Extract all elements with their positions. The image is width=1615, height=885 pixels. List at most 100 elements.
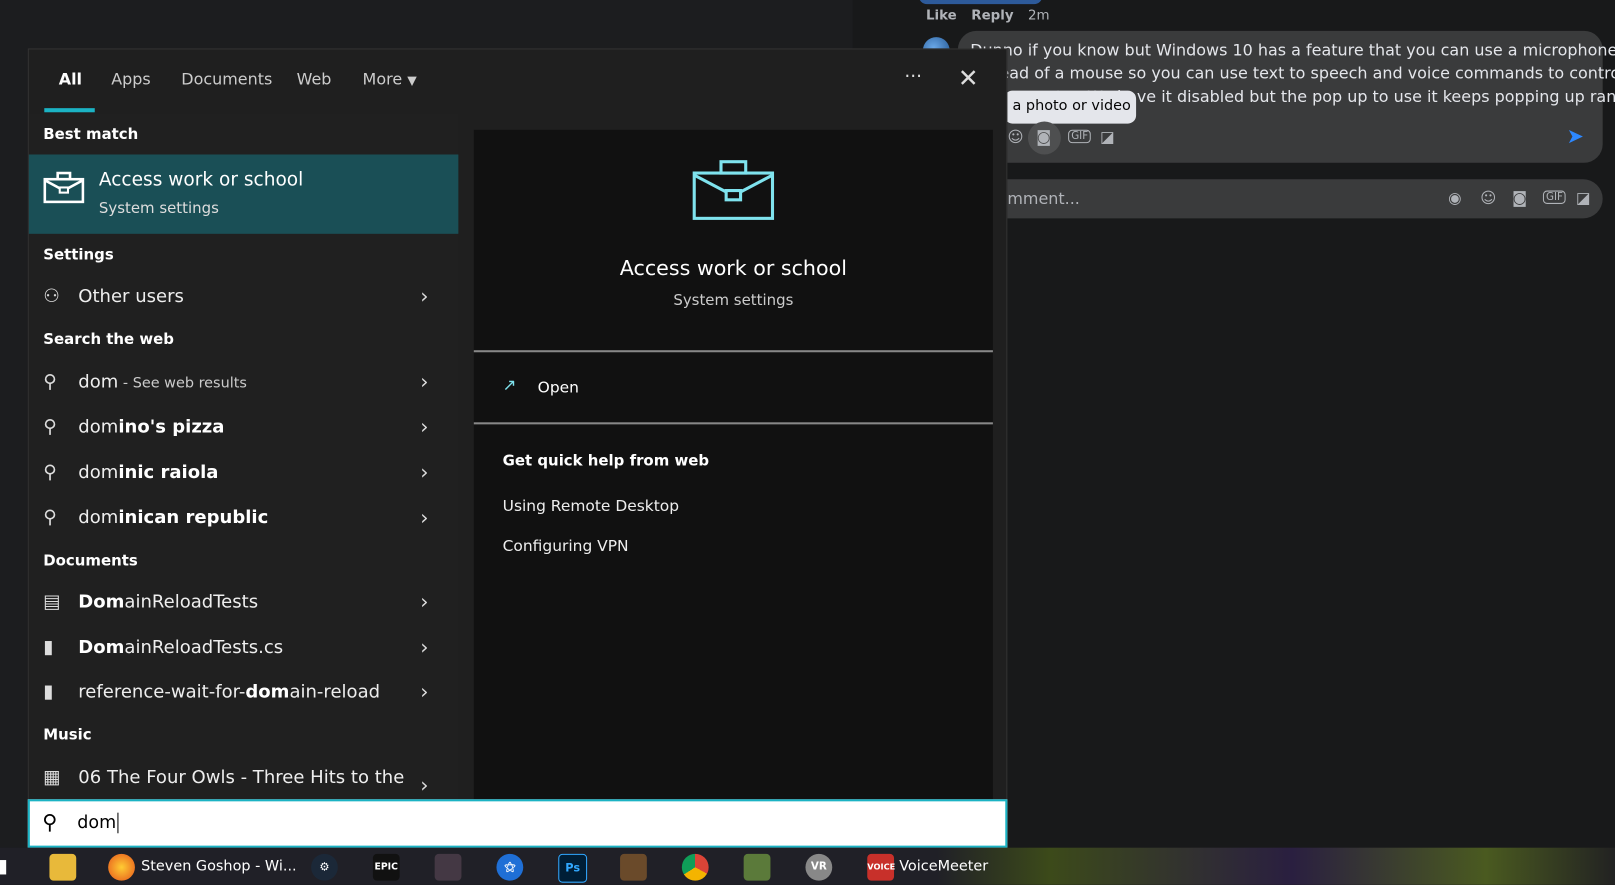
start-button[interactable] [0, 860, 7, 875]
see-web-results: - See web results [118, 374, 247, 392]
chevron-right-icon[interactable]: › [420, 679, 428, 704]
camera-icon[interactable]: ◙ [1512, 188, 1527, 207]
camera-icon[interactable]: ◙ [1036, 128, 1051, 147]
result-label: Other users [78, 286, 184, 307]
chevron-right-icon[interactable]: › [420, 773, 428, 798]
divider [473, 350, 993, 353]
document-result-item[interactable]: ▮ DomainReloadTests.cs › [29, 628, 459, 669]
open-action[interactable]: ↗ Open [474, 369, 993, 410]
document-result-item[interactable]: ▮ reference-wait-for-domain-reload › [29, 673, 459, 714]
gif-icon[interactable]: GIF [1542, 190, 1567, 204]
query-text: dom [78, 417, 119, 438]
quick-help-header: Get quick help from web [502, 453, 710, 470]
web-result-item[interactable]: ⚲ dominican republic › [29, 499, 459, 540]
web-result-item[interactable]: ⚲ dom - See web results › [29, 363, 459, 404]
open-icon: ↗ [502, 374, 517, 395]
query-text: dom [78, 462, 119, 484]
sticker-icon[interactable]: ◪ [1576, 188, 1591, 207]
ellipsis-icon[interactable]: ··· [904, 66, 922, 88]
search-icon: ⚲ [43, 370, 57, 393]
tab-more[interactable]: More ▼ [363, 70, 417, 89]
tab-apps[interactable]: Apps [111, 70, 151, 89]
section-best-match: Best match [43, 126, 139, 144]
query-text: dom [78, 371, 119, 393]
app-icon[interactable]: ⚝ [496, 853, 524, 881]
tab-all[interactable]: All [59, 70, 82, 89]
tab-documents[interactable]: Documents [181, 70, 272, 89]
search-icon: ⚲ [42, 809, 58, 835]
tooltip: a photo or video [1004, 90, 1137, 124]
section-settings: Settings [43, 247, 114, 264]
user-icon: ⚇ [43, 285, 60, 307]
epic-games-icon[interactable]: EPIC [372, 853, 400, 881]
voicemeeter-window-label[interactable]: VoiceMeeter [899, 858, 988, 874]
match-text: dom [245, 681, 290, 703]
chevron-right-icon[interactable]: › [420, 459, 428, 484]
windows-search-panel: All Apps Documents Web More ▼ ··· ✕ Best… [27, 48, 1008, 849]
search-icon: ⚲ [43, 506, 57, 529]
document-icon: ▤ [43, 591, 61, 613]
sticker-icon[interactable]: ◪ [1100, 128, 1115, 147]
chrome-icon[interactable] [681, 853, 709, 881]
tab-web[interactable]: Web [297, 70, 332, 89]
suggestion-text: ino's pizza [118, 417, 225, 438]
best-match-subtitle: System settings [98, 200, 219, 218]
chevron-right-icon[interactable]: › [420, 505, 428, 530]
doc-name-rest: ain-reload [289, 681, 381, 703]
file-icon: ▮ [43, 680, 54, 703]
web-result-item[interactable]: ⚲ dominic raiola › [29, 453, 459, 494]
write-comment-placeholder: mment... [1007, 189, 1080, 209]
suggestion-text: inican republic [118, 507, 269, 529]
help-link[interactable]: Configuring VPN [503, 537, 629, 556]
file-explorer-icon[interactable] [49, 853, 77, 881]
search-icon: ⚲ [43, 461, 57, 484]
game-icon[interactable] [434, 853, 462, 881]
game-icon[interactable] [620, 853, 647, 881]
avatar-sticker-icon[interactable]: ◉ [1448, 188, 1461, 207]
web-result-item[interactable]: ⚲ domino's pizza › [29, 408, 459, 449]
chevron-down-icon: ▼ [407, 73, 417, 88]
document-result-item[interactable]: ▤ DomainReloadTests › [29, 583, 459, 624]
query-text: dom [78, 507, 119, 529]
briefcase-icon [43, 171, 85, 204]
detail-subtitle: System settings [673, 292, 794, 309]
photoshop-icon[interactable]: Ps [558, 853, 588, 883]
music-result-item[interactable]: ▦ 06 The Four Owls - Three Hits to the › [29, 758, 459, 799]
briefcase-icon [692, 160, 775, 220]
emoji-icon[interactable]: ☺ [1007, 128, 1023, 147]
best-match-title: Access work or school [98, 168, 304, 191]
chevron-right-icon[interactable]: › [420, 414, 428, 439]
match-text: Dom [78, 637, 125, 659]
doc-name-rest: ainReloadTests [124, 592, 259, 613]
previous-comment-bubble [918, 0, 1043, 5]
chevron-right-icon[interactable]: › [420, 283, 428, 308]
firefox-icon[interactable] [108, 853, 135, 881]
emoji-icon[interactable]: ☺ [1480, 188, 1496, 207]
chevron-right-icon[interactable]: › [420, 369, 428, 394]
minecraft-icon[interactable] [743, 853, 771, 881]
match-text: Dom [78, 592, 125, 613]
taskbar: Steven Goshop - Wi... ⚙ EPIC ⚝ Ps VR VOI… [0, 847, 1615, 885]
vr-icon[interactable]: VR [805, 853, 833, 881]
steam-icon[interactable]: ⚙ [311, 853, 338, 881]
help-link[interactable]: Using Remote Desktop [503, 496, 679, 515]
doc-name-start: reference-wait-for- [78, 681, 246, 703]
voicemeeter-icon[interactable]: VOICE [867, 853, 895, 881]
suggestion-text: inic raiola [118, 462, 219, 484]
chevron-right-icon[interactable]: › [420, 589, 428, 614]
result-item-other-users[interactable]: ⚇ Other users › [29, 277, 459, 318]
music-file-icon: ▦ [43, 766, 61, 788]
close-icon[interactable]: ✕ [958, 64, 979, 93]
like-link[interactable]: Like [926, 8, 957, 23]
comment-text-line: Dunno if you know but Windows 10 has a f… [970, 41, 1615, 60]
reply-link[interactable]: Reply [971, 8, 1013, 23]
section-search-web: Search the web [43, 331, 175, 349]
doc-name-rest: ainReloadTests.cs [124, 637, 284, 659]
search-input[interactable]: ⚲ dom [27, 799, 1008, 848]
best-match-item[interactable]: Access work or school System settings [28, 154, 459, 234]
firefox-window-label[interactable]: Steven Goshop - Wi... [141, 858, 297, 874]
chevron-right-icon[interactable]: › [420, 634, 428, 659]
send-icon[interactable]: ➤ [1567, 124, 1584, 149]
gif-icon[interactable]: GIF [1068, 129, 1092, 144]
divider [473, 422, 993, 425]
